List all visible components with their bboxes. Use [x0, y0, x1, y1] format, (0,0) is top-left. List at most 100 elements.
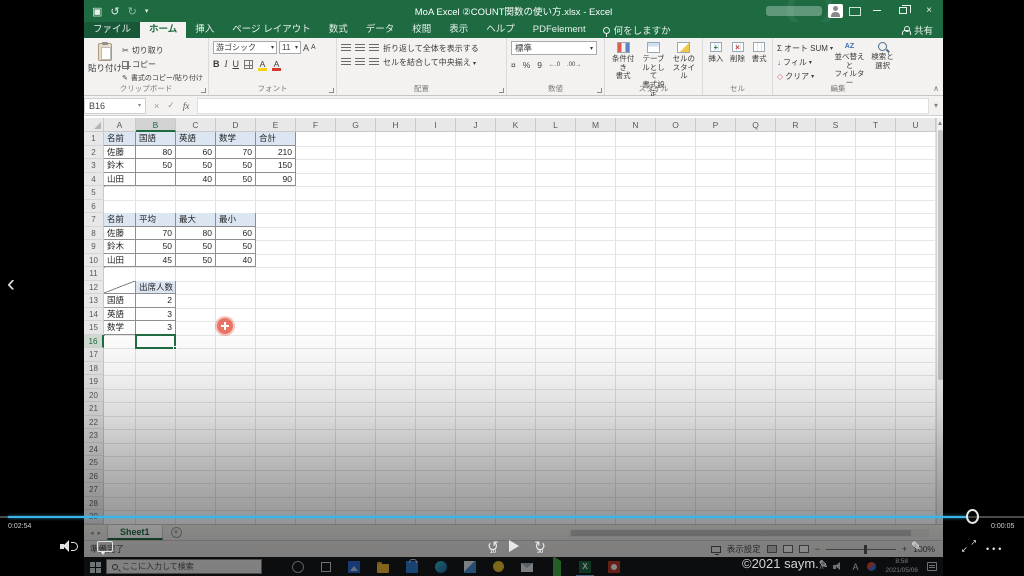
cell-C7[interactable]: 最大	[176, 213, 216, 227]
row-header-21[interactable]: 21	[84, 402, 104, 416]
format-as-table-button[interactable]: テーブルとして 書式設定	[639, 41, 667, 97]
select-all-corner[interactable]	[84, 118, 104, 132]
cell-C3[interactable]: 50	[176, 159, 216, 173]
cell-E3[interactable]: 150	[256, 159, 296, 173]
vertical-scrollbar-thumb[interactable]	[938, 130, 943, 380]
cell-D10[interactable]: 40	[216, 253, 256, 267]
column-header-S[interactable]: S	[816, 118, 856, 132]
column-header-O[interactable]: O	[656, 118, 696, 132]
cell-E1[interactable]: 合計	[256, 132, 296, 146]
column-header-B[interactable]: B	[136, 118, 176, 132]
column-header-L[interactable]: L	[536, 118, 576, 132]
fill-color-button[interactable]: A	[258, 59, 267, 71]
column-header-G[interactable]: G	[336, 118, 376, 132]
column-header-A[interactable]: A	[104, 118, 136, 132]
font-family-dropdown[interactable]: 游ゴシック ▾	[213, 41, 277, 54]
add-sheet-button[interactable]: +	[170, 527, 182, 538]
cell-C1[interactable]: 英語	[176, 132, 216, 146]
normal-view-icon[interactable]	[766, 545, 777, 553]
cell-C10[interactable]: 50	[176, 253, 216, 267]
cell-B13[interactable]: 2	[136, 294, 176, 308]
copy-button[interactable]: コピー	[122, 59, 203, 70]
cell-B14[interactable]: 3	[136, 307, 176, 321]
green-arrow-app-icon[interactable]	[553, 555, 561, 576]
formula-input[interactable]	[197, 97, 929, 114]
cell-D8[interactable]: 60	[216, 226, 256, 240]
page-break-view-icon[interactable]	[798, 545, 809, 553]
player-comment-icon[interactable]	[97, 541, 113, 555]
grow-font-button[interactable]: A	[303, 43, 309, 53]
account-avatar[interactable]	[828, 4, 843, 18]
underline-button[interactable]: U	[233, 59, 240, 69]
zoom-in-button[interactable]: +	[902, 544, 907, 554]
excel-taskbar-icon[interactable]: X	[576, 560, 594, 576]
cell-D9[interactable]: 50	[216, 240, 256, 254]
row-header-2[interactable]: 2	[84, 145, 104, 159]
player-volume-icon[interactable]	[60, 540, 78, 553]
sheet-tab-sheet1[interactable]: Sheet1	[107, 525, 163, 540]
cell-A10[interactable]: 山田	[104, 253, 136, 267]
row-header-18[interactable]: 18	[84, 361, 104, 375]
cell-B9[interactable]: 50	[136, 240, 176, 254]
alignment-dialog-launcher[interactable]	[499, 88, 504, 93]
row-header-26[interactable]: 26	[84, 469, 104, 483]
forward-30-button[interactable]: ↻ 30	[530, 538, 550, 556]
zoom-slider-thumb[interactable]	[863, 544, 867, 554]
start-button[interactable]	[84, 561, 106, 573]
store-app-icon[interactable]	[406, 558, 418, 573]
cell-A12[interactable]	[104, 280, 136, 294]
font-size-dropdown[interactable]: 11 ▾	[279, 41, 301, 54]
player-timeline-handle[interactable]	[966, 509, 979, 524]
cancel-icon[interactable]: ×	[154, 101, 159, 111]
column-header-J[interactable]: J	[456, 118, 496, 132]
yellow-app-icon[interactable]	[493, 561, 504, 572]
row-header-22[interactable]: 22	[84, 415, 104, 429]
delete-cells-button[interactable]: × 削除	[729, 41, 747, 83]
save-icon[interactable]: ▣	[92, 5, 102, 18]
column-header-U[interactable]: U	[896, 118, 936, 132]
borders-button[interactable]	[244, 59, 253, 69]
row-header-5[interactable]: 5	[84, 186, 104, 200]
name-box[interactable]: B16 ▾	[84, 97, 146, 114]
action-center-icon[interactable]	[927, 562, 937, 571]
file-explorer-icon[interactable]	[377, 561, 389, 573]
horizontal-scrollbar[interactable]	[569, 529, 929, 537]
number-dialog-launcher[interactable]	[597, 88, 602, 93]
cell-B15[interactable]: 3	[136, 321, 176, 335]
column-header-Q[interactable]: Q	[736, 118, 776, 132]
format-painter-button[interactable]: ✎ 書式のコピー/貼り付け	[122, 73, 203, 83]
bold-button[interactable]: B	[213, 59, 220, 69]
format-cells-button[interactable]: 書式	[750, 41, 768, 83]
cell-B2[interactable]: 80	[136, 145, 176, 159]
ribbon-display-options-icon[interactable]	[849, 6, 861, 16]
volume-icon[interactable]	[833, 562, 843, 571]
ime-indicator[interactable]: A	[852, 562, 858, 572]
column-header-F[interactable]: F	[296, 118, 336, 132]
share-button[interactable]: 共有	[901, 22, 943, 38]
cortana-icon[interactable]	[292, 560, 304, 573]
zoom-slider[interactable]	[825, 544, 896, 554]
cell-A13[interactable]: 国語	[104, 294, 136, 308]
tab-data[interactable]: データ	[357, 22, 404, 38]
display-settings-button[interactable]: 表示設定	[727, 543, 761, 555]
cell-D2[interactable]: 70	[216, 145, 256, 159]
clear-button[interactable]: ◇ クリア ▾	[777, 71, 833, 82]
cell-C2[interactable]: 60	[176, 145, 216, 159]
clipboard-dialog-launcher[interactable]	[201, 88, 206, 93]
row-header-17[interactable]: 17	[84, 348, 104, 362]
comma-style-icon[interactable]: 9	[537, 60, 542, 70]
row-header-24[interactable]: 24	[84, 442, 104, 456]
conditional-formatting-button[interactable]: 条件付き 書式	[609, 41, 637, 83]
close-button[interactable]: ×	[919, 0, 939, 22]
tab-home[interactable]: ホーム	[140, 22, 187, 38]
cell-C8[interactable]: 80	[176, 226, 216, 240]
enter-icon[interactable]: ✓	[167, 100, 175, 111]
column-header-T[interactable]: T	[856, 118, 896, 132]
cut-button[interactable]: ✂ 切り取り	[122, 45, 203, 56]
align-left-icon[interactable]	[341, 58, 351, 66]
tab-page-layout[interactable]: ページ レイアウト	[223, 22, 319, 38]
tell-me-box[interactable]: 何をしますか	[595, 22, 679, 38]
player-back-button[interactable]: ‹	[2, 272, 20, 296]
cell-C4[interactable]: 40	[176, 172, 216, 186]
column-header-K[interactable]: K	[496, 118, 536, 132]
